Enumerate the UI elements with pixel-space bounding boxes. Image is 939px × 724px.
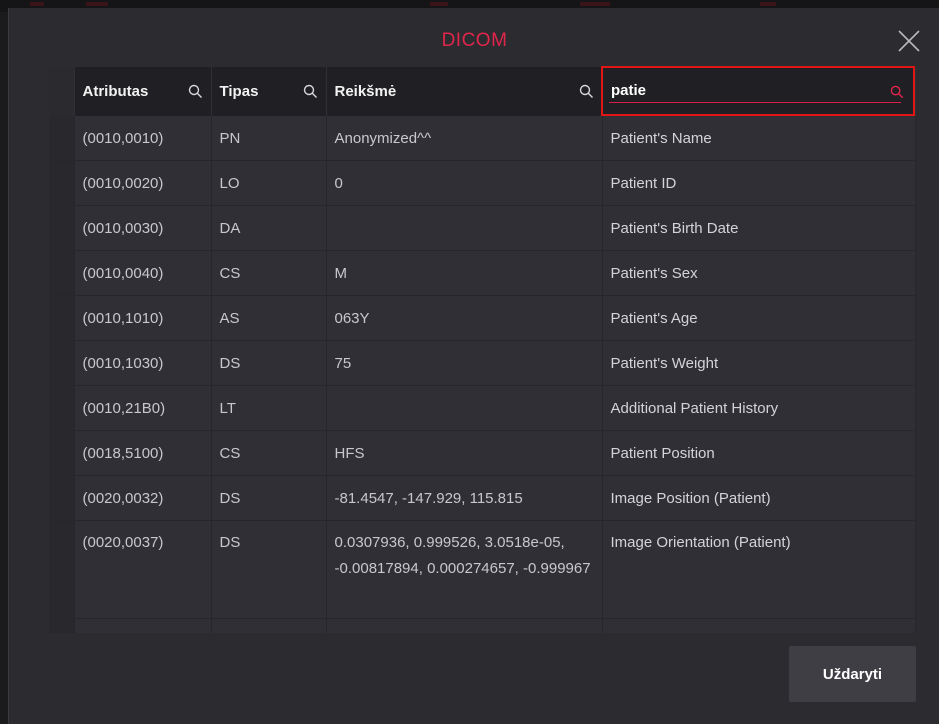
close-icon[interactable] <box>896 28 922 54</box>
table-row[interactable]: (0010,1010) AS 063Y Patient's Age <box>49 295 916 341</box>
description-cell: Patient's Birth Date <box>602 205 916 251</box>
background-mark <box>580 2 610 6</box>
search-icon[interactable] <box>890 85 904 99</box>
row-stripe <box>49 295 75 341</box>
table-row[interactable]: (0010,0040) CS M Patient's Sex <box>49 250 916 296</box>
filler-cell <box>326 618 603 633</box>
type-cell: LO <box>211 160 327 206</box>
column-label: Atributas <box>82 83 149 100</box>
table-row[interactable]: (0018,5100) CS HFS Patient Position <box>49 430 916 476</box>
description-search-box[interactable] <box>601 66 915 116</box>
close-dialog-button[interactable]: Uždaryti <box>789 646 916 702</box>
row-stripe <box>49 618 75 633</box>
value-cell: HFS <box>326 430 603 476</box>
attribute-cell: (0020,0037) <box>74 520 212 619</box>
attribute-cell: (0018,5100) <box>74 430 212 476</box>
description-cell: Image Position (Patient) <box>602 475 916 521</box>
description-cell: Patient's Age <box>602 295 916 341</box>
type-cell: CS <box>211 250 327 296</box>
value-cell: 0 <box>326 160 603 206</box>
type-cell: LT <box>211 385 327 431</box>
value-cell: 063Y <box>326 295 603 341</box>
row-stripe <box>49 205 75 251</box>
table-row[interactable]: (0010,1030) DS 75 Patient's Weight <box>49 340 916 386</box>
attribute-cell: (0010,0030) <box>74 205 212 251</box>
table-row[interactable]: (0010,0020) LO 0 Patient ID <box>49 160 916 206</box>
type-cell: DS <box>211 340 327 386</box>
value-cell <box>326 205 603 251</box>
table-row[interactable]: (0020,0037) DS 0.0307936, 0.999526, 3.05… <box>49 520 916 619</box>
row-stripe <box>49 116 75 161</box>
row-stripe <box>49 250 75 296</box>
type-cell: AS <box>211 295 327 341</box>
attribute-cell: (0010,1030) <box>74 340 212 386</box>
background-mark <box>30 2 44 6</box>
table-filler-row <box>49 618 916 633</box>
column-label: Tipas <box>219 83 259 100</box>
description-cell: Patient ID <box>602 160 916 206</box>
value-cell: -81.4547, -147.929, 115.815 <box>326 475 603 521</box>
filler-cell <box>602 618 916 633</box>
value-cell: 0.0307936, 0.999526, 3.0518e-05, -0.0081… <box>326 520 603 619</box>
attribute-cell: (0010,21B0) <box>74 385 212 431</box>
dicom-table-container: Atributas Tipas Reikšmė (0010,0010) PN A… <box>49 67 916 633</box>
value-cell <box>326 385 603 431</box>
value-cell: M <box>326 250 603 296</box>
attribute-cell: (0010,0010) <box>74 116 212 161</box>
description-cell: Patient Position <box>602 430 916 476</box>
filler-cell <box>74 618 212 633</box>
row-stripe <box>49 340 75 386</box>
type-cell: DA <box>211 205 327 251</box>
description-cell: Patient's Name <box>602 116 916 161</box>
type-cell: PN <box>211 116 327 161</box>
attribute-cell: (0010,1010) <box>74 295 212 341</box>
search-icon[interactable] <box>303 84 318 99</box>
description-cell: Additional Patient History <box>602 385 916 431</box>
row-stripe <box>49 385 75 431</box>
table-row[interactable]: (0020,0032) DS -81.4547, -147.929, 115.8… <box>49 475 916 521</box>
type-cell: DS <box>211 475 327 521</box>
value-cell: Anonymized^^ <box>326 116 603 161</box>
header-stripe <box>49 67 75 116</box>
column-header-attribute[interactable]: Atributas <box>74 67 212 116</box>
description-cell: Patient's Weight <box>602 340 916 386</box>
description-search-input[interactable] <box>609 78 883 103</box>
type-cell: DS <box>211 520 327 619</box>
background-mark <box>430 2 448 6</box>
description-cell: Patient's Sex <box>602 250 916 296</box>
search-icon[interactable] <box>579 84 594 99</box>
table-row[interactable]: (0010,0010) PN Anonymized^^ Patient's Na… <box>49 116 916 161</box>
column-label: Reikšmė <box>334 83 397 100</box>
attribute-cell: (0010,0020) <box>74 160 212 206</box>
search-underline <box>881 102 901 103</box>
attribute-cell: (0020,0032) <box>74 475 212 521</box>
dicom-attributes-table: Atributas Tipas Reikšmė (0010,0010) PN A… <box>49 67 916 633</box>
table-row[interactable]: (0010,0030) DA Patient's Birth Date <box>49 205 916 251</box>
dialog-title: DICOM <box>441 30 508 51</box>
background-mark <box>86 2 108 6</box>
background-mark <box>760 2 776 6</box>
column-header-type[interactable]: Tipas <box>211 67 327 116</box>
row-stripe <box>49 475 75 521</box>
description-cell: Image Orientation (Patient) <box>602 520 916 619</box>
row-stripe <box>49 160 75 206</box>
filler-cell <box>211 618 327 633</box>
attribute-cell: (0010,0040) <box>74 250 212 296</box>
type-cell: CS <box>211 430 327 476</box>
search-icon[interactable] <box>188 84 203 99</box>
table-row[interactable]: (0010,21B0) LT Additional Patient Histor… <box>49 385 916 431</box>
dicom-dialog: DICOM Atributas Tipas Reikšmė (0010,0010… <box>8 8 939 724</box>
value-cell: 75 <box>326 340 603 386</box>
row-stripe <box>49 430 75 476</box>
row-stripe <box>49 520 75 619</box>
column-header-value[interactable]: Reikšmė <box>326 67 603 116</box>
